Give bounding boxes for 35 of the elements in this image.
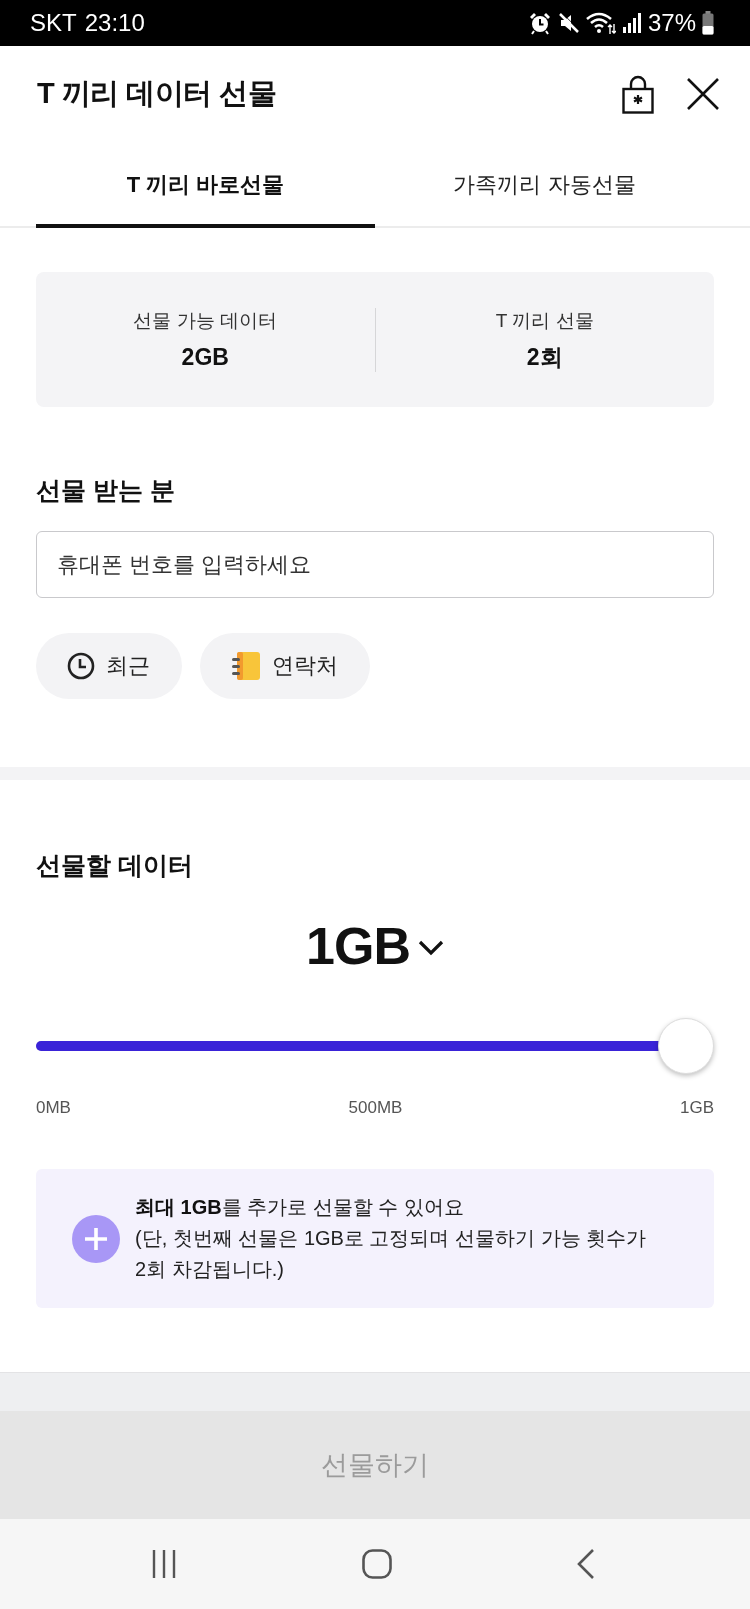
phone-input-field[interactable]: 휴대폰 번호를 입력하세요 — [36, 531, 714, 598]
tab[interactable]: T 끼리 바로선물 — [36, 142, 375, 228]
clock-icon — [67, 652, 95, 680]
muted-speaker-icon — [557, 12, 580, 34]
amount-dropdown[interactable]: 1GB — [306, 916, 444, 976]
section-heading: 선물 받는 분 — [36, 475, 175, 506]
slider-tick-label: 500MB — [348, 1097, 403, 1119]
notice-detail: (단, 첫번째 선물은 1GB로 고정되며 선물하기 가능 횟수가 2회 차감됩니다.) — [135, 1226, 648, 1282]
page-title: T 끼리 데이터 선물 — [37, 76, 277, 111]
carrier-name: SKT — [30, 9, 77, 37]
tab[interactable]: 가족끼리 자동선물 — [375, 142, 714, 228]
slider-tick-label: 1GB — [679, 1097, 714, 1119]
home-icon[interactable] — [362, 1549, 392, 1579]
notice-title: 최대 1GB를 추가로 선물할 수 있어요 — [135, 1195, 465, 1220]
stat-label: 선물 가능 데이터 — [133, 308, 278, 333]
signal-icon — [621, 12, 642, 34]
shortcut-chip[interactable]: 최근 — [36, 633, 182, 699]
wifi-icon — [585, 11, 616, 35]
back-icon[interactable] — [577, 1549, 595, 1579]
stat-value: 2회 — [526, 342, 563, 371]
section-heading: 선물할 데이터 — [36, 850, 193, 881]
close-icon[interactable] — [686, 77, 720, 111]
stat-value: 2GB — [181, 342, 229, 371]
recent-apps-icon[interactable] — [151, 1549, 177, 1579]
battery-percent: 37% — [647, 9, 696, 37]
chevron-down-icon — [417, 940, 444, 956]
lock-icon[interactable] — [622, 74, 654, 114]
shortcut-chip[interactable]: 연락처 — [200, 633, 370, 699]
battery-icon — [702, 11, 714, 35]
data-slider[interactable] — [36, 1018, 714, 1074]
slider-thumb[interactable] — [658, 1018, 714, 1074]
slider-tick-label: 0MB — [36, 1097, 71, 1119]
stat-label: T 끼리 선물 — [495, 308, 594, 333]
clock-time: 23:10 — [84, 9, 145, 37]
notebook-icon — [231, 651, 261, 681]
